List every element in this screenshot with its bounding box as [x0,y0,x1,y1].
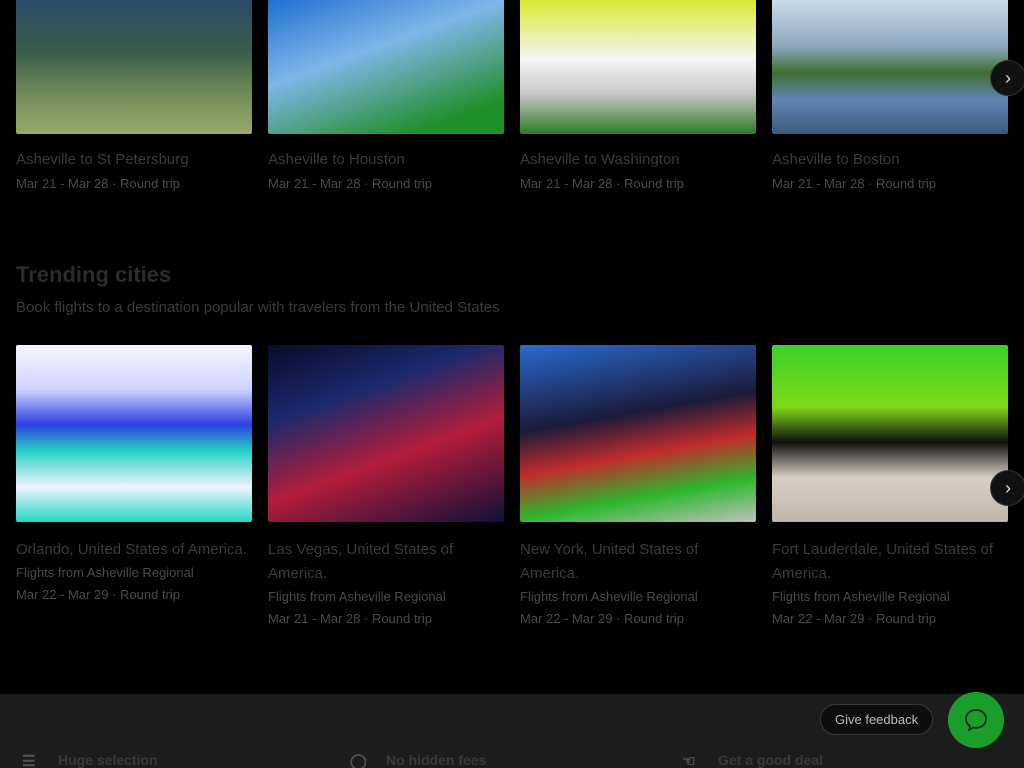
city-thumbnail[interactable] [772,345,1008,522]
chevron-right-icon: › [1005,67,1011,88]
city-origin: Flights from Asheville Regional [520,589,698,604]
route-thumbnail[interactable] [16,0,252,134]
feature-label: No hidden fees [386,752,487,768]
chat-bubble-icon [965,709,987,732]
city-title[interactable]: Las Vegas, United States of America. [268,538,504,586]
dollar-circle-icon: ◯ [350,753,367,768]
deal-hand-icon: ☜ [682,753,696,768]
city-thumbnail[interactable] [268,345,504,522]
feature-label: Huge selection [58,752,158,768]
chevron-right-icon: › [1005,477,1011,498]
city-title[interactable]: Orlando, United States of America. [16,538,252,562]
route-dates: Mar 21 - Mar 28 · Round trip [520,176,685,191]
route-card[interactable]: Asheville to St Petersburg Mar 21 - Mar … [16,0,252,195]
filter-icon: ☰ [22,753,36,768]
route-title[interactable]: Asheville to St Petersburg [16,148,252,172]
route-thumbnail[interactable] [520,0,756,134]
route-card[interactable]: Asheville to Boston Mar 21 - Mar 28 · Ro… [772,0,1008,195]
feature-item: ◯ No hidden fees [350,752,486,768]
city-dates: Mar 22 - Mar 29 · Round trip [16,587,181,602]
give-feedback-button[interactable]: Give feedback [820,704,934,735]
city-origin: Flights from Asheville Regional [16,565,194,580]
city-card[interactable]: Fort Lauderdale, United States of Americ… [772,345,1008,630]
route-title[interactable]: Asheville to Houston [268,148,504,172]
route-card[interactable]: Asheville to Washington Mar 21 - Mar 28 … [520,0,756,195]
feature-item: ☰ Huge selection [22,752,158,768]
route-card[interactable]: Asheville to Houston Mar 21 - Mar 28 · R… [268,0,504,195]
route-dates: Mar 21 - Mar 28 · Round trip [772,176,937,191]
route-title[interactable]: Asheville to Boston [772,148,1008,172]
city-thumbnail[interactable] [520,345,756,522]
city-card[interactable]: New York, United States of America. Flig… [520,345,756,630]
city-card[interactable]: Orlando, United States of America. Fligh… [16,345,252,630]
section-title: Trending cities [16,262,172,287]
city-title[interactable]: New York, United States of America. [520,538,756,586]
city-dates: Mar 21 - Mar 28 · Round trip [268,611,433,626]
city-origin: Flights from Asheville Regional [772,589,950,604]
feature-item: ☜ Get a good deal [682,752,823,768]
popular-routes-row: Asheville to St Petersburg Mar 21 - Mar … [16,0,1008,195]
city-dates: Mar 22 - Mar 29 · Round trip [772,611,937,626]
route-dates: Mar 21 - Mar 28 · Round trip [268,176,433,191]
chat-button[interactable] [948,692,1004,748]
route-title[interactable]: Asheville to Washington [520,148,756,172]
route-thumbnail[interactable] [772,0,1008,134]
route-dates: Mar 21 - Mar 28 · Round trip [16,176,181,191]
carousel-next-button[interactable]: › [990,60,1024,96]
carousel-next-button[interactable]: › [990,470,1024,506]
page: Asheville to St Petersburg Mar 21 - Mar … [0,0,1024,768]
city-dates: Mar 22 - Mar 29 · Round trip [520,611,685,626]
trending-cities-row: Orlando, United States of America. Fligh… [16,345,1008,630]
city-thumbnail[interactable] [16,345,252,522]
route-thumbnail[interactable] [268,0,504,134]
city-title[interactable]: Fort Lauderdale, United States of Americ… [772,538,1008,586]
city-origin: Flights from Asheville Regional [268,589,446,604]
section-subtitle: Book flights to a destination popular wi… [16,299,500,316]
feature-label: Get a good deal [718,752,824,768]
city-card[interactable]: Las Vegas, United States of America. Fli… [268,345,504,630]
